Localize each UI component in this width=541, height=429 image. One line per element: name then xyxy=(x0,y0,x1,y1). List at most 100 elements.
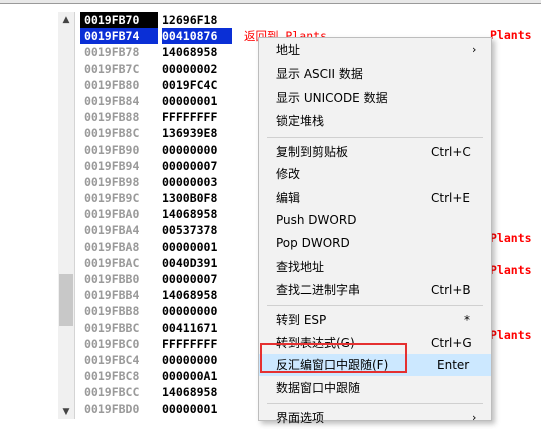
menu-item-label: 复制到剪贴板 xyxy=(276,145,349,159)
stack-comment-plants: Plants xyxy=(490,263,532,277)
stack-address: 0019FBC0 xyxy=(84,336,140,351)
stack-value: 00410876 xyxy=(162,28,232,45)
menu-item-show-ascii[interactable]: 显示 ASCII 数据 xyxy=(259,63,491,85)
menu-item-label: Pop DWORD xyxy=(276,236,350,250)
menu-item-label: 查找地址 xyxy=(276,260,325,274)
stack-value: 14068958 xyxy=(162,288,218,303)
stack-value: 0040D391 xyxy=(162,255,218,270)
stack-address: 0019FBCC xyxy=(84,385,140,400)
stack-value: 00000002 xyxy=(162,61,218,76)
menu-item-edit[interactable]: 编辑 Ctrl+E xyxy=(259,187,491,209)
stack-value: 00537378 xyxy=(162,223,218,238)
stack-value: 12696F18 xyxy=(162,13,218,27)
menu-item-lock-stack[interactable]: 锁定堆栈 xyxy=(259,110,491,132)
stack-value: 00000000 xyxy=(162,142,218,157)
menu-shortcut: Ctrl+G xyxy=(431,336,472,350)
menu-shortcut: Ctrl+C xyxy=(431,145,471,159)
menu-item-label: 显示 UNICODE 数据 xyxy=(276,91,388,105)
menu-item-label: 地址 xyxy=(276,43,301,57)
window-top-border xyxy=(0,0,541,4)
stack-value: 00000001 xyxy=(162,401,218,416)
stack-value: 14068958 xyxy=(162,207,218,222)
chevron-right-icon: › xyxy=(472,43,477,56)
stack-address: 0019FBB8 xyxy=(84,304,140,319)
menu-item-find-binary[interactable]: 查找二进制字串 Ctrl+B xyxy=(259,279,491,301)
menu-item-show-unicode[interactable]: 显示 UNICODE 数据 xyxy=(259,87,491,109)
stack-value: 0019FC4C xyxy=(162,77,218,92)
stack-address: 0019FB80 xyxy=(84,77,140,92)
stack-address: 0019FB88 xyxy=(84,110,140,125)
stack-address: 0019FB98 xyxy=(84,174,140,189)
scrollbar-thumb[interactable] xyxy=(59,274,73,326)
stack-row[interactable]: 0019FB70 12696F18 xyxy=(76,12,541,29)
stack-value: 00000001 xyxy=(162,93,218,108)
stack-address: 0019FB70 xyxy=(80,12,158,29)
stack-value: 136939E8 xyxy=(162,126,218,141)
menu-separator xyxy=(267,137,483,138)
stack-comment-plants: Plants xyxy=(490,28,532,42)
menu-item-goto-esp[interactable]: 转到 ESP * xyxy=(259,309,491,331)
menu-item-label: 显示 ASCII 数据 xyxy=(276,67,363,81)
menu-item-label: 数据窗口中跟随 xyxy=(276,381,361,395)
stack-value: 00000003 xyxy=(162,174,218,189)
menu-item-address[interactable]: 地址 › xyxy=(259,39,491,61)
stack-value: 1300B0F8 xyxy=(162,191,218,206)
menu-item-label: 界面选项 xyxy=(276,411,325,425)
chevron-up-icon[interactable]: ▲ xyxy=(58,12,74,28)
chevron-down-icon[interactable]: ▼ xyxy=(58,405,74,419)
stack-value: 00000000 xyxy=(162,304,218,319)
stack-address: 0019FBB0 xyxy=(84,272,140,286)
stack-value: FFFFFFFF xyxy=(162,336,218,351)
menu-item-label: 修改 xyxy=(276,167,301,181)
chevron-right-icon: › xyxy=(472,411,477,424)
stack-address: 0019FB8C xyxy=(84,126,140,141)
stack-address: 0019FB7C xyxy=(84,61,140,76)
stack-address: 0019FBAC xyxy=(84,255,140,270)
stack-value: 14068958 xyxy=(162,45,218,60)
stack-value: 00000001 xyxy=(162,239,218,254)
menu-item-label: 查找二进制字串 xyxy=(276,283,361,297)
stack-value: 14068958 xyxy=(162,385,218,400)
stack-address: 0019FBC8 xyxy=(84,369,140,384)
stack-value: 00411671 xyxy=(162,320,218,335)
menu-item-label: 转到 ESP xyxy=(276,313,327,327)
menu-item-follow-in-dump[interactable]: 数据窗口中跟随 xyxy=(259,377,491,399)
menu-separator xyxy=(267,403,483,404)
stack-address: 0019FBC4 xyxy=(84,352,140,367)
menu-item-pop-dword[interactable]: Pop DWORD xyxy=(259,232,491,254)
stack-address: 0019FBA4 xyxy=(84,223,140,238)
stack-address: 0019FB94 xyxy=(84,158,140,173)
stack-address: 0019FB9C xyxy=(84,191,140,206)
menu-item-ui-options[interactable]: 界面选项 › xyxy=(259,407,491,429)
menu-item-push-dword[interactable]: Push DWORD xyxy=(259,209,491,231)
annotation-highlight-box xyxy=(260,343,407,373)
stack-value: 00000007 xyxy=(162,272,218,286)
menu-item-modify[interactable]: 修改 xyxy=(259,163,491,185)
stack-address: 0019FBBC xyxy=(84,320,140,335)
menu-shortcut: Ctrl+B xyxy=(431,283,471,297)
menu-shortcut: * xyxy=(464,313,470,327)
stack-value: 00000000 xyxy=(162,352,218,367)
vertical-scrollbar[interactable]: ▲ ▼ xyxy=(58,12,75,419)
stack-value: 000000A1 xyxy=(162,369,218,384)
menu-shortcut: Ctrl+E xyxy=(431,191,470,205)
stack-address: 0019FBB4 xyxy=(84,288,140,303)
stack-address: 0019FBD0 xyxy=(84,401,140,416)
stack-address: 0019FB84 xyxy=(84,93,140,108)
stack-address: 0019FB90 xyxy=(84,142,140,157)
menu-item-find-address[interactable]: 查找地址 xyxy=(259,256,491,278)
stack-comment-plants: Plants xyxy=(490,231,532,245)
stack-value: 00000007 xyxy=(162,158,218,173)
stack-comment-plants: Plants xyxy=(490,328,532,342)
stack-address: 0019FB78 xyxy=(84,45,140,60)
menu-item-label: 锁定堆栈 xyxy=(276,114,325,128)
stack-value: FFFFFFFF xyxy=(162,110,218,125)
menu-item-label: 编辑 xyxy=(276,191,301,205)
stack-address: 0019FB74 xyxy=(80,28,158,45)
menu-shortcut: Enter xyxy=(437,358,470,372)
menu-item-copy[interactable]: 复制到剪贴板 Ctrl+C xyxy=(259,141,491,163)
menu-item-label: Push DWORD xyxy=(276,213,357,227)
stack-address: 0019FBA8 xyxy=(84,239,140,254)
menu-separator xyxy=(267,305,483,306)
stack-address: 0019FBA0 xyxy=(84,207,140,222)
